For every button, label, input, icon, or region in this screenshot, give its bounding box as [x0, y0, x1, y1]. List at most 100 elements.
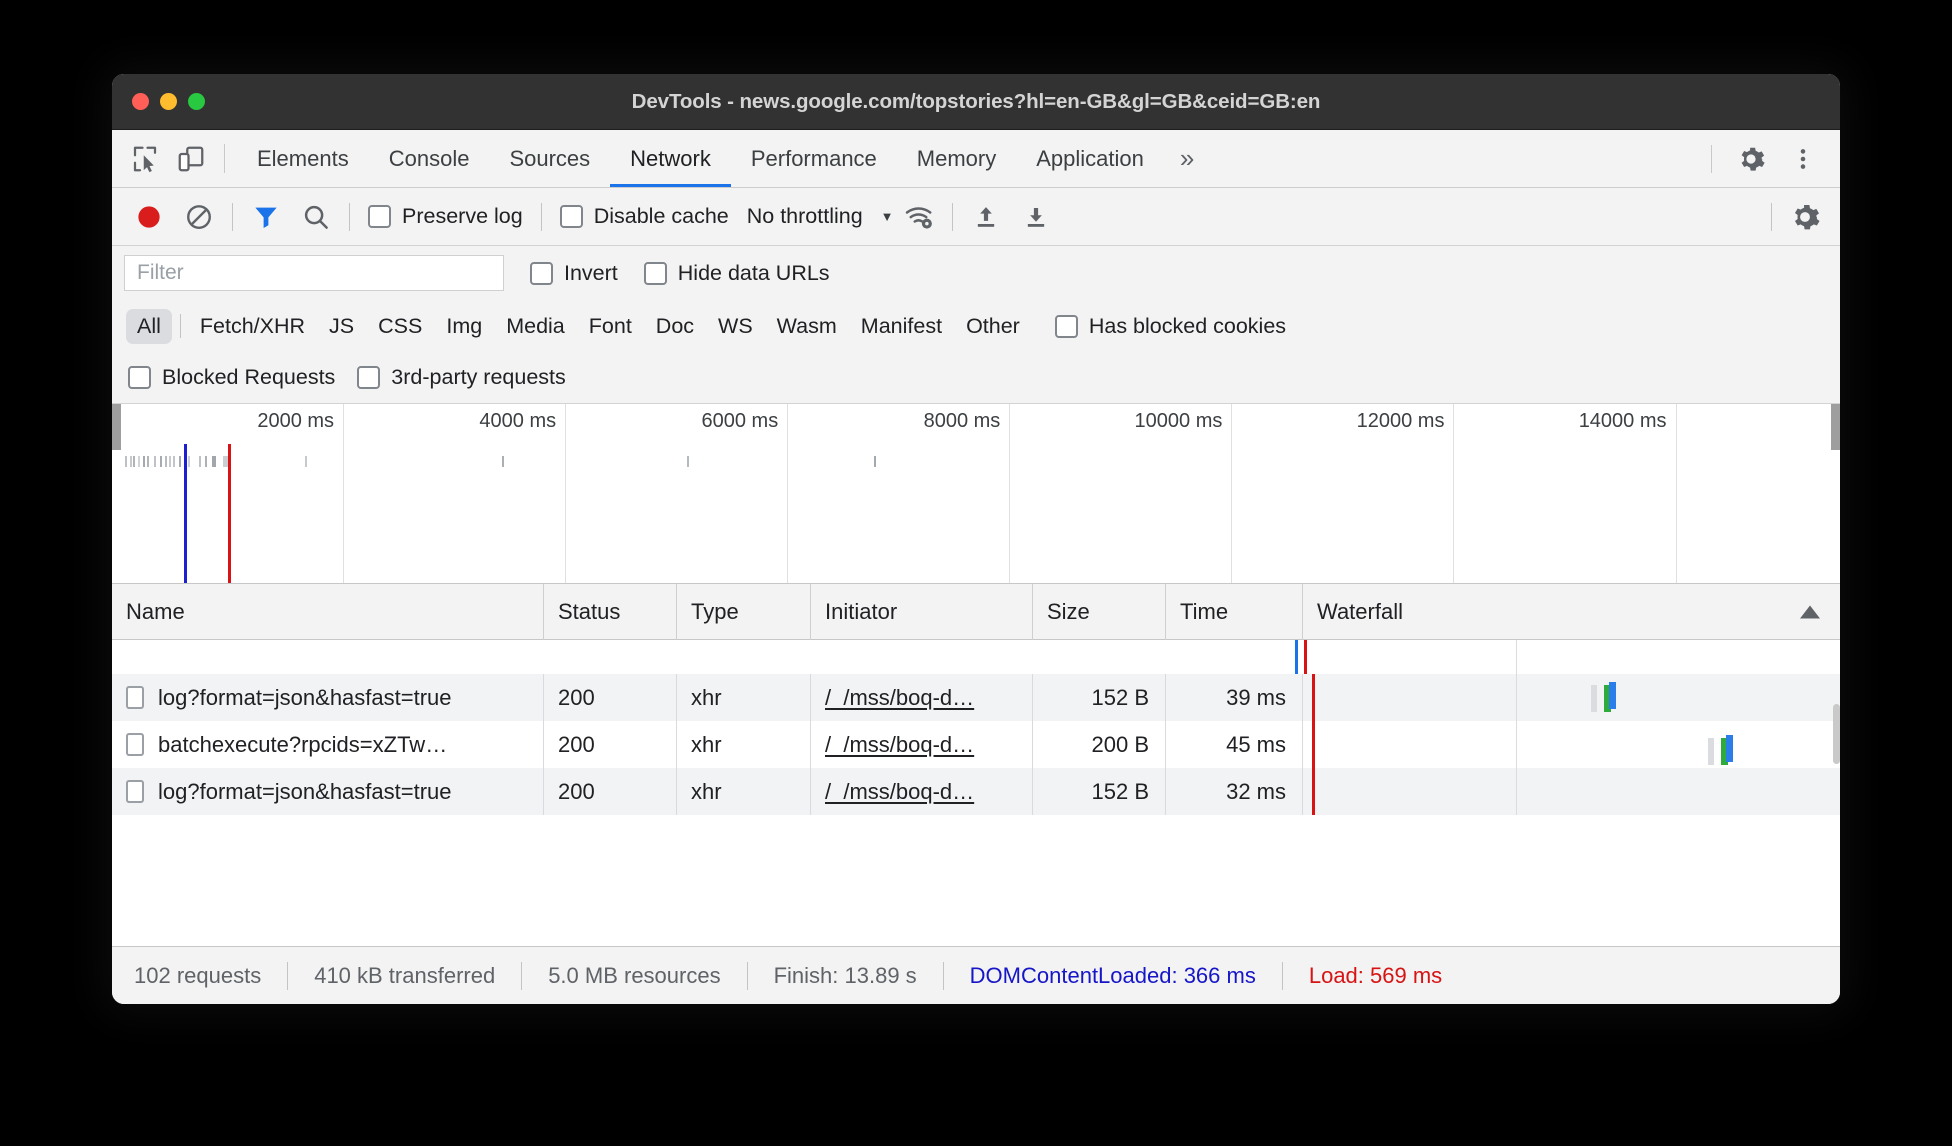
type-filter-font[interactable]: Font — [578, 309, 643, 344]
kebab-menu-icon[interactable] — [1780, 144, 1826, 174]
third-party-requests-label: 3rd-party requests — [391, 365, 565, 390]
disable-cache-checkbox[interactable]: Disable cache — [550, 204, 739, 229]
checkbox-box[interactable] — [1055, 315, 1078, 338]
record-button[interactable] — [124, 194, 174, 240]
tab-sources[interactable]: Sources — [489, 130, 610, 187]
window-title: DevTools - news.google.com/topstories?hl… — [112, 90, 1840, 114]
cell-name[interactable]: log?format=json&hasfast=true — [112, 674, 544, 721]
clear-icon[interactable] — [174, 194, 224, 240]
filter-input[interactable]: Filter — [124, 255, 504, 291]
search-icon[interactable] — [291, 194, 341, 240]
third-party-requests-checkbox[interactable]: 3rd-party requests — [335, 365, 565, 390]
hide-data-urls-checkbox[interactable]: Hide data URLs — [618, 261, 830, 286]
checkbox-box[interactable] — [644, 262, 667, 285]
tab-network[interactable]: Network — [610, 130, 731, 187]
overview-activity-tick — [165, 456, 167, 467]
sort-ascending-icon[interactable] — [1800, 605, 1820, 618]
checkbox-box[interactable] — [530, 262, 553, 285]
tab-memory[interactable]: Memory — [897, 130, 1016, 187]
wifi-settings-icon[interactable] — [894, 194, 944, 240]
network-status-bar: 102 requests 410 kB transferred 5.0 MB r… — [112, 946, 1840, 1004]
type-filter-js[interactable]: JS — [318, 309, 365, 344]
type-filter-ws[interactable]: WS — [707, 309, 764, 344]
disable-cache-label: Disable cache — [594, 204, 729, 229]
checkbox-box[interactable] — [128, 366, 151, 389]
table-row[interactable]: batchexecute?rpcids=xZTw… 200 xhr /_/mss/bo… — [112, 721, 1840, 768]
column-header-waterfall[interactable]: Waterfall — [1303, 584, 1840, 640]
network-overview-timeline[interactable]: 2000 ms 4000 ms 6000 ms 8000 ms 10000 ms 1200… — [112, 404, 1840, 584]
overview-left-handle[interactable] — [112, 404, 121, 450]
checkbox-box[interactable] — [357, 366, 380, 389]
type-filter-manifest[interactable]: Manifest — [850, 309, 953, 344]
table-row[interactable]: log?format=json&hasfast=true 200 xhr /_/mss… — [112, 674, 1840, 721]
tab-console[interactable]: Console — [369, 130, 490, 187]
export-har-icon[interactable] — [961, 194, 1011, 240]
column-header-name[interactable]: Name — [112, 584, 544, 640]
toolbar-divider — [349, 203, 350, 231]
status-resources: 5.0 MB resources — [522, 963, 746, 989]
cell-name[interactable]: log?format=json&hasfast=true — [112, 768, 544, 815]
gear-icon[interactable] — [1728, 144, 1774, 174]
tab-application[interactable]: Application — [1016, 130, 1164, 187]
minimize-button[interactable] — [160, 93, 177, 110]
overview-gridline — [1453, 404, 1454, 583]
overview-activity-tick — [199, 456, 201, 467]
type-filter-other[interactable]: Other — [955, 309, 1031, 344]
cell-initiator[interactable]: /_/mss/boq-d… — [811, 674, 1033, 721]
checkbox-box[interactable] — [560, 205, 583, 228]
cell-waterfall — [1303, 674, 1840, 721]
cell-initiator[interactable]: /_/mss/boq-d… — [811, 768, 1033, 815]
initiator-link[interactable]: /_/mss/boq-d… — [825, 779, 974, 805]
column-header-initiator[interactable]: Initiator — [811, 584, 1033, 640]
tab-elements[interactable]: Elements — [237, 130, 369, 187]
import-har-icon[interactable] — [1011, 194, 1061, 240]
tab-label: Elements — [257, 146, 349, 172]
table-row[interactable]: log?format=json&hasfast=true 200 xhr /_/mss… — [112, 768, 1840, 815]
type-filter-img[interactable]: Img — [435, 309, 493, 344]
preserve-log-checkbox[interactable]: Preserve log — [358, 204, 533, 229]
type-filter-doc[interactable]: Doc — [645, 309, 705, 344]
throttling-select[interactable]: No throttling ▼ — [739, 204, 894, 229]
overview-tick-label: 10000 ms — [1135, 410, 1232, 433]
chevron-down-icon[interactable]: ▼ — [881, 209, 894, 224]
overview-activity-tick — [133, 456, 135, 467]
device-toolbar-icon[interactable] — [168, 130, 214, 187]
cell-status: 200 — [544, 721, 677, 768]
overview-gridlines: 2000 ms 4000 ms 6000 ms 8000 ms 10000 ms 1200… — [112, 404, 1840, 583]
table-scrollbar[interactable] — [1833, 704, 1840, 764]
invert-checkbox[interactable]: Invert — [504, 261, 618, 286]
inspect-element-icon[interactable] — [122, 130, 168, 187]
initiator-link[interactable]: /_/mss/boq-d… — [825, 732, 974, 758]
checkbox-box[interactable] — [368, 205, 391, 228]
tab-performance[interactable]: Performance — [731, 130, 897, 187]
tab-label: Console — [389, 146, 470, 172]
column-header-time[interactable]: Time — [1166, 584, 1303, 640]
type-filter-row: All Fetch/XHR JS CSS Img Media Font Doc … — [112, 300, 1840, 352]
column-header-status[interactable]: Status — [544, 584, 677, 640]
overview-right-handle[interactable] — [1831, 404, 1840, 450]
toolbar-divider — [1771, 203, 1772, 231]
cell-initiator[interactable]: /_/mss/boq-d… — [811, 721, 1033, 768]
has-blocked-cookies-checkbox[interactable]: Has blocked cookies — [1033, 314, 1296, 339]
cell-time: 45 ms — [1166, 721, 1303, 768]
network-settings-gear-icon[interactable] — [1780, 194, 1830, 240]
overview-activity-tick — [179, 456, 181, 467]
maximize-button[interactable] — [188, 93, 205, 110]
filter-funnel-icon[interactable] — [241, 194, 291, 240]
type-filter-all[interactable]: All — [126, 309, 172, 344]
overview-activity-tick — [874, 456, 876, 467]
close-button[interactable] — [132, 93, 149, 110]
cell-name[interactable]: batchexecute?rpcids=xZTw… — [112, 721, 544, 768]
waterfall-area — [1303, 674, 1840, 721]
type-filter-wasm[interactable]: Wasm — [766, 309, 848, 344]
column-header-type[interactable]: Type — [677, 584, 811, 640]
type-filter-css[interactable]: CSS — [367, 309, 433, 344]
window-controls[interactable] — [132, 93, 205, 110]
cell-size: 152 B — [1033, 768, 1166, 815]
more-tabs-icon[interactable]: » — [1164, 130, 1210, 187]
blocked-requests-checkbox[interactable]: Blocked Requests — [128, 365, 335, 390]
type-filter-fetch-xhr[interactable]: Fetch/XHR — [189, 309, 316, 344]
initiator-link[interactable]: /_/mss/boq-d… — [825, 685, 974, 711]
type-filter-media[interactable]: Media — [495, 309, 576, 344]
column-header-size[interactable]: Size — [1033, 584, 1166, 640]
